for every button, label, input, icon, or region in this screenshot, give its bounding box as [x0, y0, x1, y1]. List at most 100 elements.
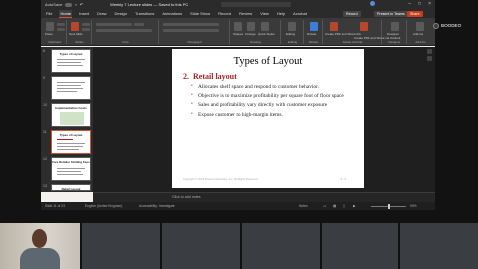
tab-insert[interactable]: Insert: [78, 10, 90, 17]
slide-canvas[interactable]: Types of Layout 2. Retail layout • Allocat…: [172, 49, 364, 188]
document-title: Weekly 7 Lecture slides — Saved to this …: [110, 2, 189, 7]
slide-thumbnail[interactable]: Retail Layout: [51, 184, 91, 191]
close-icon[interactable]: ×: [428, 1, 431, 7]
thumb-title: Types of Layout: [59, 133, 83, 137]
new-slide-label: New Slide: [69, 32, 83, 36]
bullet-icon: •: [191, 93, 193, 99]
reset-icon[interactable]: [82, 28, 90, 31]
tool-icon[interactable]: [427, 56, 432, 61]
heading-text: Retail layout: [193, 72, 237, 81]
tab-slide-show[interactable]: Slide Show: [189, 10, 211, 17]
thumb-title: Types of Layout: [59, 52, 83, 56]
search-box[interactable]: [221, 2, 291, 7]
tab-animations[interactable]: Animations: [161, 10, 183, 17]
designer-icon[interactable]: [391, 22, 399, 31]
slide-thumbnail-selected[interactable]: Types of Layout: [51, 130, 91, 154]
add-ins-label: Add-ins: [415, 40, 426, 44]
tab-help[interactable]: Help: [276, 10, 286, 17]
undo-icon[interactable]: ↶: [80, 2, 83, 7]
clipboard-label: Clipboard: [48, 40, 61, 44]
status-bar: Slide 11 of 23 English (United Kingdom) …: [41, 202, 435, 210]
add-ins-icon[interactable]: [416, 22, 424, 31]
thumb-image: [60, 112, 84, 125]
zoom-level[interactable]: 90%: [410, 204, 417, 208]
slide-heading[interactable]: 2. Retail layout: [183, 72, 237, 81]
accessibility-status[interactable]: Accessibility: Investigate: [139, 204, 175, 208]
create-pdf-icon[interactable]: [330, 22, 338, 31]
participant-tile[interactable]: [162, 223, 240, 269]
thumb-number: 8: [43, 49, 45, 53]
participant-tile[interactable]: [322, 223, 398, 269]
font-family-select[interactable]: [96, 23, 132, 26]
participant-tile[interactable]: [82, 223, 160, 269]
thumb-number: 12: [43, 157, 47, 161]
side-toolbar: [427, 49, 433, 63]
user-avatar[interactable]: [370, 1, 375, 6]
participant-video-tile[interactable]: [0, 223, 80, 269]
present-in-teams-button[interactable]: Present in Teams: [374, 11, 408, 17]
arrange-icon[interactable]: [247, 22, 255, 31]
tab-transitions[interactable]: Transitions: [134, 10, 155, 17]
slide-title[interactable]: Types of Layout: [172, 56, 364, 67]
tab-view[interactable]: View: [259, 10, 270, 17]
tab-record[interactable]: Record: [217, 10, 232, 17]
find-icon[interactable]: [288, 22, 296, 31]
slide-thumbnail[interactable]: Implementation Costs: [51, 103, 91, 127]
slide-page-number: 8 - 9: [340, 178, 346, 181]
language[interactable]: English (United Kingdom): [85, 204, 122, 208]
save-icon[interactable]: ▪: [75, 2, 76, 7]
list-buttons-row[interactable]: [163, 23, 219, 26]
participant-tile[interactable]: [242, 223, 320, 269]
participant-strip: [0, 223, 478, 269]
thumb-number: 11: [43, 130, 47, 134]
autosave-toggle[interactable]: [65, 2, 73, 7]
quick-styles-icon[interactable]: [261, 22, 269, 31]
bullet-icon: •: [191, 102, 193, 108]
bullet-text: Sales and profitability vary directly wi…: [198, 102, 328, 109]
acrobat-group: Create PDF and Share link Create PDF and…: [324, 20, 400, 44]
new-slide-icon[interactable]: [71, 22, 79, 31]
font-size-select[interactable]: [134, 23, 144, 26]
microphone-icon[interactable]: [310, 22, 318, 31]
record-button[interactable]: Record: [343, 11, 361, 17]
tab-design[interactable]: Design: [113, 10, 127, 17]
slide-thumbnail[interactable]: [51, 76, 91, 100]
participant-head: [32, 229, 47, 248]
tab-home[interactable]: Home: [59, 9, 73, 18]
align-buttons-row[interactable]: [163, 29, 219, 32]
clipboard-group: Paste Clipboard: [43, 20, 67, 44]
cut-icon[interactable]: [57, 23, 65, 26]
slides-group: New Slide Slides: [68, 20, 92, 44]
slides-label: Slides: [75, 40, 84, 44]
minimize-icon[interactable]: –: [408, 1, 411, 7]
notes-toggle[interactable]: Notes: [299, 204, 308, 208]
paste-icon[interactable]: [46, 22, 54, 31]
font-formatting-row[interactable]: [96, 29, 152, 32]
participant-tile[interactable]: [400, 223, 478, 269]
create-pdf-outlook-icon[interactable]: [360, 22, 368, 31]
slide-sorter-icon[interactable]: ▦: [333, 204, 336, 208]
slide-thumbnail[interactable]: Types of Layout: [51, 49, 91, 73]
maximize-icon[interactable]: □: [418, 1, 421, 7]
bullet-list[interactable]: • Allocates shelf space and respond to cu…: [190, 84, 358, 121]
normal-view-icon[interactable]: ▭: [323, 204, 326, 208]
editing-group: Editing Editing: [282, 20, 304, 44]
notes-placeholder: Click to add notes: [172, 195, 201, 199]
slideshow-icon[interactable]: ▶: [353, 204, 356, 208]
reading-view-icon[interactable]: ▯: [343, 204, 345, 208]
notes-pane[interactable]: Click to add notes: [93, 192, 435, 202]
screen: AutoSave ▪ ↶ Weekly 7 Lecture slides — S…: [0, 0, 478, 269]
copy-icon[interactable]: [57, 28, 65, 31]
tool-icon[interactable]: [427, 49, 432, 54]
share-button[interactable]: Share: [407, 11, 423, 17]
drawing-group: Shapes Arrange Quick Styles Drawing: [231, 20, 281, 44]
slide-thumbnail[interactable]: Five Retailer Slotting Fees: [51, 157, 91, 181]
tab-acrobat[interactable]: Acrobat: [292, 10, 308, 17]
tab-review[interactable]: Review: [238, 10, 253, 17]
drawing-label: Drawing: [249, 40, 261, 44]
layout-icon[interactable]: [82, 23, 90, 26]
zoom-slider-thumb[interactable]: [388, 204, 390, 209]
shapes-icon[interactable]: [234, 22, 242, 31]
tab-file[interactable]: File: [45, 10, 53, 17]
tab-draw[interactable]: Draw: [96, 10, 107, 17]
